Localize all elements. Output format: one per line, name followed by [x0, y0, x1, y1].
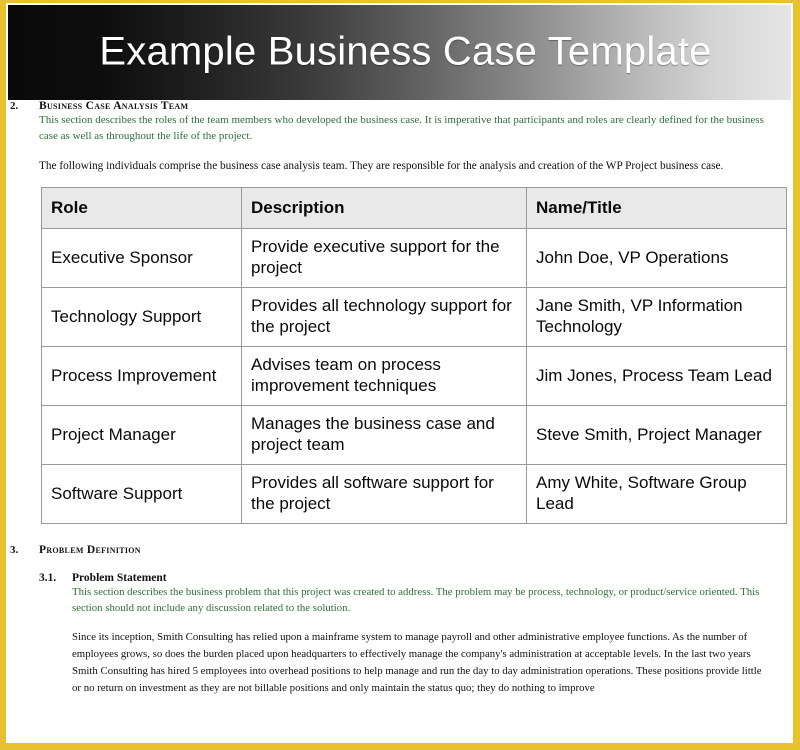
section-number: 3. [10, 544, 19, 557]
table-row: Technology Support Provides all technolo… [41, 287, 787, 348]
section-team-green-note: This section describes the roles of the … [39, 114, 764, 142]
cell-name-title: Jim Jones, Process Team Lead [526, 346, 787, 407]
subsection-heading-problem-statement: 3.1. Problem Statement [6, 572, 793, 584]
cell-description: Provides all software support for the pr… [241, 464, 527, 525]
cell-role: Software Support [41, 464, 242, 525]
subsection-body-paragraph: Since its inception, Smith Consulting ha… [72, 631, 762, 694]
table-row: Project Manager Manages the business cas… [41, 405, 787, 466]
cell-description: Manages the business case and project te… [241, 405, 527, 466]
section-heading-team: 2. Business Case Analysis Team [6, 100, 793, 112]
table-header-row: Role Description Name/Title [41, 187, 787, 230]
table-row: Process Improvement Advises team on proc… [41, 346, 787, 407]
section-team-intro-paragraph: The following individuals comprise the b… [39, 160, 724, 173]
page-title: Example Business Case Template [99, 29, 712, 74]
section-title: Business Case Analysis Team [39, 100, 189, 112]
section-number: 2. [10, 100, 19, 112]
team-table-container: Role Description Name/Title Executive Sp… [41, 187, 787, 525]
cell-name-title: Steve Smith, Project Manager [526, 405, 787, 466]
section-heading-problem: 3. Problem Definition [6, 544, 793, 556]
cell-description: Provide executive support for the projec… [241, 228, 527, 289]
cell-name-title: Amy White, Software Group Lead [526, 464, 787, 525]
cell-description: Advises team on process improvement tech… [241, 346, 527, 407]
cell-role: Project Manager [41, 405, 242, 466]
table-row: Executive Sponsor Provide executive supp… [41, 228, 787, 289]
cell-role: Technology Support [41, 287, 242, 348]
table-row: Software Support Provides all software s… [41, 464, 787, 525]
column-header-description: Description [241, 187, 527, 230]
column-header-name-title: Name/Title [526, 187, 787, 230]
document-content: 2. Business Case Analysis Team This sect… [6, 100, 793, 696]
cell-name-title: John Doe, VP Operations [526, 228, 787, 289]
cell-role: Executive Sponsor [41, 228, 242, 289]
subsection-title: Problem Statement [72, 572, 167, 585]
document-page: Example Business Case Template 2. Busine… [0, 0, 800, 750]
cell-description: Provides all technology support for the … [241, 287, 527, 348]
section-title: Problem Definition [39, 544, 141, 557]
column-header-role: Role [41, 187, 242, 230]
section-problem-definition: 3. Problem Definition 3.1. Problem State… [6, 544, 793, 696]
cell-name-title: Jane Smith, VP Information Technology [526, 287, 787, 348]
title-banner: Example Business Case Template [8, 5, 791, 100]
business-case-analysis-team-table: Role Description Name/Title Executive Sp… [41, 187, 787, 525]
subsection-green-note: This section describes the business prob… [72, 586, 760, 614]
cell-role: Process Improvement [41, 346, 242, 407]
subsection-number: 3.1. [39, 572, 57, 585]
